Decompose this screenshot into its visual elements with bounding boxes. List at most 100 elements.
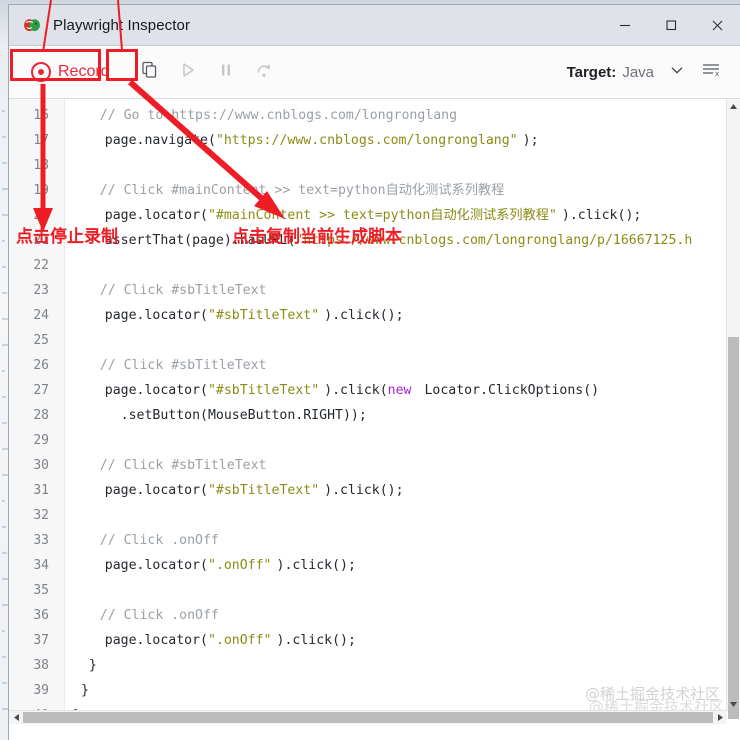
vertical-scrollbar-thumb[interactable] xyxy=(728,337,739,719)
line-number: 33 xyxy=(33,533,49,548)
record-button[interactable]: Record xyxy=(25,59,131,85)
code-line[interactable]: 37 page.locator(".onOff").click(); xyxy=(9,628,727,653)
code-token-str: "#sbTitleText" xyxy=(207,308,320,323)
line-number: 37 xyxy=(33,633,49,648)
vertical-scrollbar[interactable] xyxy=(726,99,740,719)
triangle-left-icon[interactable] xyxy=(9,711,23,724)
maximize-button[interactable] xyxy=(648,5,694,45)
code-line[interactable]: 19 // Click #mainContent >> text=python自… xyxy=(9,178,727,203)
title-bar[interactable]: Playwright Inspector xyxy=(9,5,740,46)
background-artifact xyxy=(2,630,5,632)
code-token-ct: page.locator( xyxy=(73,558,208,573)
code-line-text: page.locator(".onOff").click(); xyxy=(63,628,356,653)
code-token-ct: ).click( xyxy=(324,383,388,398)
code-line[interactable]: 22 xyxy=(9,253,727,278)
code-line-text xyxy=(63,253,73,278)
pause-button[interactable] xyxy=(207,55,245,89)
minimize-button[interactable] xyxy=(602,5,648,45)
target-dropdown-button[interactable] xyxy=(660,57,694,87)
code-token-ct: .setButton(MouseButton.RIGHT)); xyxy=(73,408,367,423)
code-line[interactable]: 32 xyxy=(9,503,727,528)
background-artifact xyxy=(2,656,6,658)
code-token-ct: ).click(); xyxy=(276,558,356,573)
code-line-text: } xyxy=(63,653,97,678)
line-number: 29 xyxy=(33,433,49,448)
line-number: 20 xyxy=(33,208,49,223)
code-line-text xyxy=(63,328,73,353)
code-token-cmt: // Go to https://www.cnblogs.com/longron… xyxy=(68,108,458,123)
triangle-up-icon[interactable] xyxy=(727,99,740,113)
code-token-str: "https://www.cnblogs.com/longronglang" xyxy=(215,133,518,148)
background-artifact xyxy=(2,266,6,268)
code-line[interactable]: 35 xyxy=(9,578,727,603)
code-scroll-viewport[interactable]: 16 // Go to https://www.cnblogs.com/long… xyxy=(9,99,727,711)
code-token-ct: ).click(); xyxy=(324,483,404,498)
code-token-ct: ).click(); xyxy=(324,308,404,323)
code-line[interactable]: 36 // Click .onOff xyxy=(9,603,727,628)
record-circle-icon xyxy=(31,62,51,82)
code-token-ct: assertThat(page).hasURL( xyxy=(73,233,296,248)
code-token-ct xyxy=(68,258,73,273)
line-number: 35 xyxy=(33,583,49,598)
horizontal-scrollbar-thumb[interactable] xyxy=(23,712,713,723)
triangle-down-icon[interactable] xyxy=(727,697,740,711)
code-line[interactable]: 28 .setButton(MouseButton.RIGHT)); xyxy=(9,403,727,428)
code-line-text xyxy=(63,578,73,603)
record-button-label: Record xyxy=(58,63,110,80)
line-number: 32 xyxy=(33,508,49,523)
code-token-ct: } xyxy=(73,683,89,698)
target-value: Java xyxy=(622,63,654,81)
code-line[interactable]: 20 page.locator("#mainContent >> text=py… xyxy=(9,203,727,228)
code-line-text: page.locator(".onOff" ).click(); xyxy=(63,553,356,578)
code-token-ct: ); xyxy=(522,133,539,148)
close-button[interactable] xyxy=(694,5,740,45)
line-number: 25 xyxy=(33,333,49,348)
code-line[interactable]: 23 // Click #sbTitleText xyxy=(9,278,727,303)
code-line[interactable]: 39 } xyxy=(9,678,727,703)
line-number: 24 xyxy=(33,308,49,323)
clear-log-button[interactable]: x xyxy=(694,57,728,87)
code-line[interactable]: 17 page.navigate("https://www.cnblogs.co… xyxy=(9,128,727,153)
code-token-cmt: // Click #mainContent >> text=python自动化测… xyxy=(68,183,505,198)
code-line[interactable]: 33 // Click .onOff xyxy=(9,528,727,553)
code-token-cmt: // Click #sbTitleText xyxy=(68,458,267,473)
code-line[interactable]: 38 } xyxy=(9,653,727,678)
code-line[interactable]: 24 page.locator("#sbTitleText").click(); xyxy=(9,303,727,328)
code-line[interactable]: 25 xyxy=(9,328,727,353)
copy-icon xyxy=(140,60,160,85)
line-number: 31 xyxy=(33,483,49,498)
code-line-text: // Click #sbTitleText xyxy=(63,353,267,378)
code-line[interactable]: 18 xyxy=(9,153,727,178)
code-line-text: page.locator("#mainContent >> text=pytho… xyxy=(63,203,642,228)
code-line-text: // Click #mainContent >> text=python自动化测… xyxy=(63,178,505,203)
code-line[interactable]: 27 page.locator("#sbTitleText").click(ne… xyxy=(9,378,727,403)
background-artifact xyxy=(2,292,7,294)
code-token-cmt: // Click .onOff xyxy=(68,533,219,548)
code-line-text: // Click .onOff xyxy=(63,603,219,628)
screenshot-root: Playwright Inspector Record Target: Java… xyxy=(0,0,740,740)
code-line[interactable]: 29 xyxy=(9,428,727,453)
triangle-right-icon[interactable] xyxy=(713,711,727,724)
code-line[interactable]: 31 page.locator("#sbTitleText").click(); xyxy=(9,478,727,503)
step-over-button[interactable] xyxy=(245,55,283,89)
step-over-icon xyxy=(254,60,274,85)
copy-button[interactable] xyxy=(131,55,169,89)
code-lines[interactable]: 16 // Go to https://www.cnblogs.com/long… xyxy=(9,99,727,711)
code-line[interactable]: 26 // Click #sbTitleText xyxy=(9,353,727,378)
horizontal-scrollbar[interactable] xyxy=(9,710,727,724)
background-artifact xyxy=(2,526,6,528)
code-line[interactable]: 30 // Click #sbTitleText xyxy=(9,453,727,478)
code-line[interactable]: 34 page.locator(".onOff").click(); xyxy=(9,553,727,578)
line-number: 28 xyxy=(33,408,49,423)
line-number: 16 xyxy=(33,108,49,123)
resume-button[interactable] xyxy=(169,55,207,89)
target-selector[interactable]: Target: Java xyxy=(567,64,654,81)
code-token-str: ".onOff" xyxy=(207,558,272,573)
code-token-ct: } xyxy=(73,658,97,673)
code-line-text: assertThat(page).hasURL("https://www.cnb… xyxy=(63,228,693,253)
code-line[interactable]: 21 assertThat(page).hasURL("https://www.… xyxy=(9,228,727,253)
line-number: 17 xyxy=(33,133,49,148)
code-token-ct xyxy=(68,158,73,173)
background-artifact xyxy=(2,500,5,502)
code-line[interactable]: 16 // Go to https://www.cnblogs.com/long… xyxy=(9,103,727,128)
